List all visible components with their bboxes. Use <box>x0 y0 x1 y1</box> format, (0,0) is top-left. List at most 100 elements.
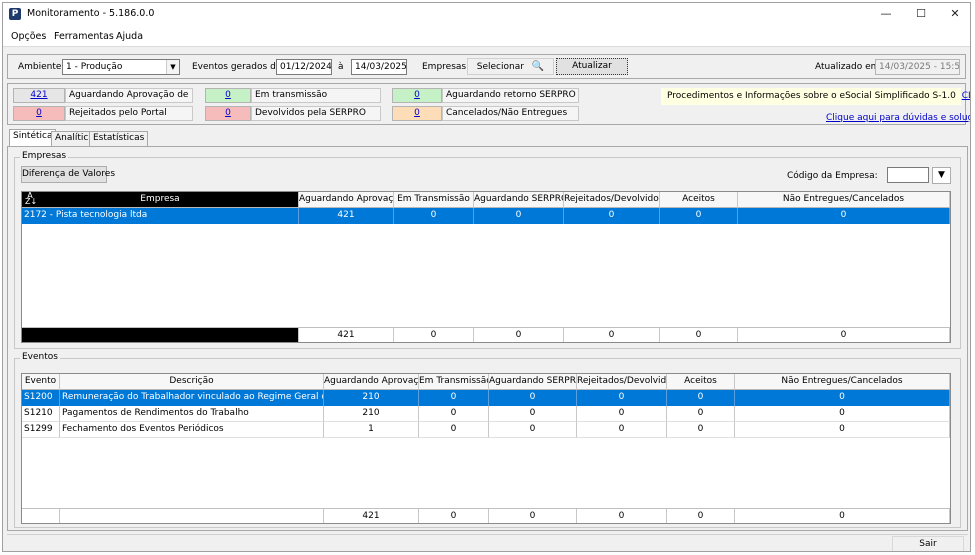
eventos-header-aguardando-aprovacao[interactable]: Aguardando Aprovação <box>324 374 419 390</box>
empresas-cell-aceitos: 0 <box>660 208 738 224</box>
ambiente-value: 1 - Produção <box>66 62 123 72</box>
empresas-total-aguardando: 421 <box>299 328 394 342</box>
eventos-cell-aceitos: 0 <box>667 406 735 422</box>
eventos-total-serpro: 0 <box>489 509 577 523</box>
eventos-header-aceitos[interactable]: Aceitos <box>667 374 735 390</box>
eventos-cell-aceitos: 0 <box>667 422 735 438</box>
tab-page-sintetica: Empresas Diferença de Valores Código da … <box>7 146 968 531</box>
maximize-button[interactable]: ☐ <box>906 5 936 23</box>
selecionar-button[interactable]: Selecionar 🔍 <box>467 58 554 75</box>
eventos-cell-nao-entregues: 0 <box>735 422 950 438</box>
eventos-cell-evento: S1200 <box>22 390 60 406</box>
eventos-total-aguardando: 421 <box>324 509 419 523</box>
title-bar: P Monitoramento - 5.186.0.0 — ☐ ✕ <box>3 3 970 25</box>
empresas-total-empresa <box>22 328 299 342</box>
sair-button[interactable]: Sair <box>892 536 964 551</box>
eventos-grid: Evento Descrição Aguardando Aprovação Em… <box>21 373 951 524</box>
eventos-header-nao-entregues[interactable]: Não Entregues/Cancelados <box>735 374 950 390</box>
app-logo-icon: P <box>9 8 21 20</box>
tab-estatisticas[interactable]: Estatísticas <box>89 131 149 146</box>
codigo-empresa-input[interactable] <box>887 167 929 183</box>
empresas-total-transmissao: 0 <box>394 328 474 342</box>
eventos-cell-nao-entregues: 0 <box>735 390 950 406</box>
eventos-cell-aguardando: 210 <box>324 390 419 406</box>
eventos-header-evento[interactable]: Evento <box>22 374 60 390</box>
codigo-empresa-label: Código da Empresa: <box>787 171 878 181</box>
eventos-cell-serpro: 0 <box>489 422 577 438</box>
empresas-header-nao-entregues[interactable]: Não Entregues/Cancelados <box>738 192 950 208</box>
status-bar: Sair <box>7 534 968 551</box>
status-count-aguardando-serpro[interactable]: 0 <box>392 88 442 103</box>
empresas-header-aguardando-serpro[interactable]: Aguardando SERPRO <box>474 192 564 208</box>
empresas-header-aceitos[interactable]: Aceitos <box>660 192 738 208</box>
eventos-cell-serpro: 0 <box>489 390 577 406</box>
ambiente-select[interactable]: 1 - Produção ▼ <box>62 59 180 75</box>
eventos-group: Eventos Evento Descrição Aguardando Apro… <box>14 352 961 528</box>
tab-sintetica[interactable]: Sintética <box>9 129 57 146</box>
status-label-aguardando-aprovacao: Aguardando Aprovação de Envio <box>65 88 193 103</box>
empresas-total-aceitos: 0 <box>660 328 738 342</box>
empresas-cell-nao-entregues: 0 <box>738 208 950 224</box>
date-from-input[interactable]: 01/12/2024 <box>276 59 332 75</box>
status-count-rejeitados[interactable]: 0 <box>13 106 65 121</box>
eventos-header-descricao[interactable]: Descrição <box>60 374 324 390</box>
help-link[interactable]: Clique aqui para dúvidas e soluções <box>826 113 970 123</box>
eventos-cell-evento: S1299 <box>22 422 60 438</box>
empresas-cell-empresa: 2172 - Pista tecnologia ltda <box>22 208 299 224</box>
empresas-header-empresa-label: Empresa <box>140 194 180 204</box>
main-window: P Monitoramento - 5.186.0.0 — ☐ ✕ Opções… <box>2 2 971 552</box>
minimize-button[interactable]: — <box>871 5 901 23</box>
empresas-header-rejeitados[interactable]: Rejeitados/Devolvidos <box>564 192 660 208</box>
menu-ajuda[interactable]: Ajuda <box>116 31 143 42</box>
eventos-header-em-transmissao[interactable]: Em Transmissão <box>419 374 489 390</box>
chevron-down-icon[interactable]: ▼ <box>166 60 179 74</box>
empresas-cell-serpro: 0 <box>474 208 564 224</box>
date-separator: à <box>338 62 344 72</box>
info-text: Procedimentos e Informações sobre o eSoc… <box>667 91 956 101</box>
empresas-cell-transmissao: 0 <box>394 208 474 224</box>
status-count-aguardando-aprovacao[interactable]: 421 <box>13 88 65 103</box>
eventos-header-rejeitados[interactable]: Rejeitados/Devolvidos <box>577 374 667 390</box>
eventos-cell-aguardando: 210 <box>324 406 419 422</box>
eventos-total-descricao <box>60 509 324 523</box>
status-count-devolvidos[interactable]: 0 <box>205 106 251 121</box>
atualizar-button[interactable]: Atualizar <box>556 58 628 75</box>
eventos-total-transmissao: 0 <box>419 509 489 523</box>
empresas-grid: A Z↓ Empresa Aguardando Aprovação Em Tran… <box>21 191 951 343</box>
eventos-cell-descricao: Fechamento dos Eventos Periódicos <box>60 422 324 438</box>
table-row[interactable]: S1299 Fechamento dos Eventos Periódicos … <box>22 422 950 438</box>
status-label-rejeitados: Rejeitados pelo Portal <box>65 106 193 121</box>
sort-icon[interactable]: A Z↓ <box>25 192 37 206</box>
table-row[interactable]: S1210 Pagamentos de Rendimentos do Traba… <box>22 406 950 422</box>
filter-toolbar: Ambiente: 1 - Produção ▼ Eventos gerados… <box>7 54 966 79</box>
eventos-cell-aceitos: 0 <box>667 390 735 406</box>
status-label-em-transmissao: Em transmissão <box>251 88 381 103</box>
table-row[interactable]: S1200 Remuneração do Trabalhador vincula… <box>22 390 950 406</box>
eventos-total-nao-entregues: 0 <box>735 509 950 523</box>
empresas-header-aguardando-aprovacao[interactable]: Aguardando Aprovação <box>299 192 394 208</box>
empresas-header-em-transmissao[interactable]: Em Transmissão <box>394 192 474 208</box>
codigo-empresa-dropdown-button[interactable]: ▼ <box>932 167 951 184</box>
eventos-cell-rejeitados: 0 <box>577 390 667 406</box>
eventos-total-evento <box>22 509 60 523</box>
eventos-total-rejeitados: 0 <box>577 509 667 523</box>
menu-ferramentas[interactable]: Ferramentas <box>54 31 114 42</box>
eventos-header-aguardando-serpro[interactable]: Aguardando SERPRO <box>489 374 577 390</box>
close-button[interactable]: ✕ <box>940 5 970 23</box>
eventos-cell-transmissao: 0 <box>419 422 489 438</box>
status-count-em-transmissao[interactable]: 0 <box>205 88 251 103</box>
search-icon: 🔍 <box>531 61 545 72</box>
clique-aqui-link[interactable]: CLIQUE AQUI <box>962 91 970 101</box>
empresas-header-empresa[interactable]: A Z↓ Empresa <box>22 192 299 208</box>
empresas-group-title: Empresas <box>20 151 69 161</box>
date-to-input[interactable]: 14/03/2025 <box>351 59 407 75</box>
diferenca-valores-button[interactable]: Diferença de Valores <box>21 166 115 183</box>
empresas-cell-rejeitados: 0 <box>564 208 660 224</box>
eventos-cell-serpro: 0 <box>489 406 577 422</box>
table-row[interactable]: 2172 - Pista tecnologia ltda 421 0 0 0 0… <box>22 208 950 224</box>
eventos-cell-rejeitados: 0 <box>577 406 667 422</box>
menu-opcoes[interactable]: Opções <box>11 31 46 42</box>
empresas-total-nao-entregues: 0 <box>738 328 950 342</box>
window-title: Monitoramento - 5.186.0.0 <box>27 8 155 19</box>
status-count-cancelados[interactable]: 0 <box>392 106 442 121</box>
